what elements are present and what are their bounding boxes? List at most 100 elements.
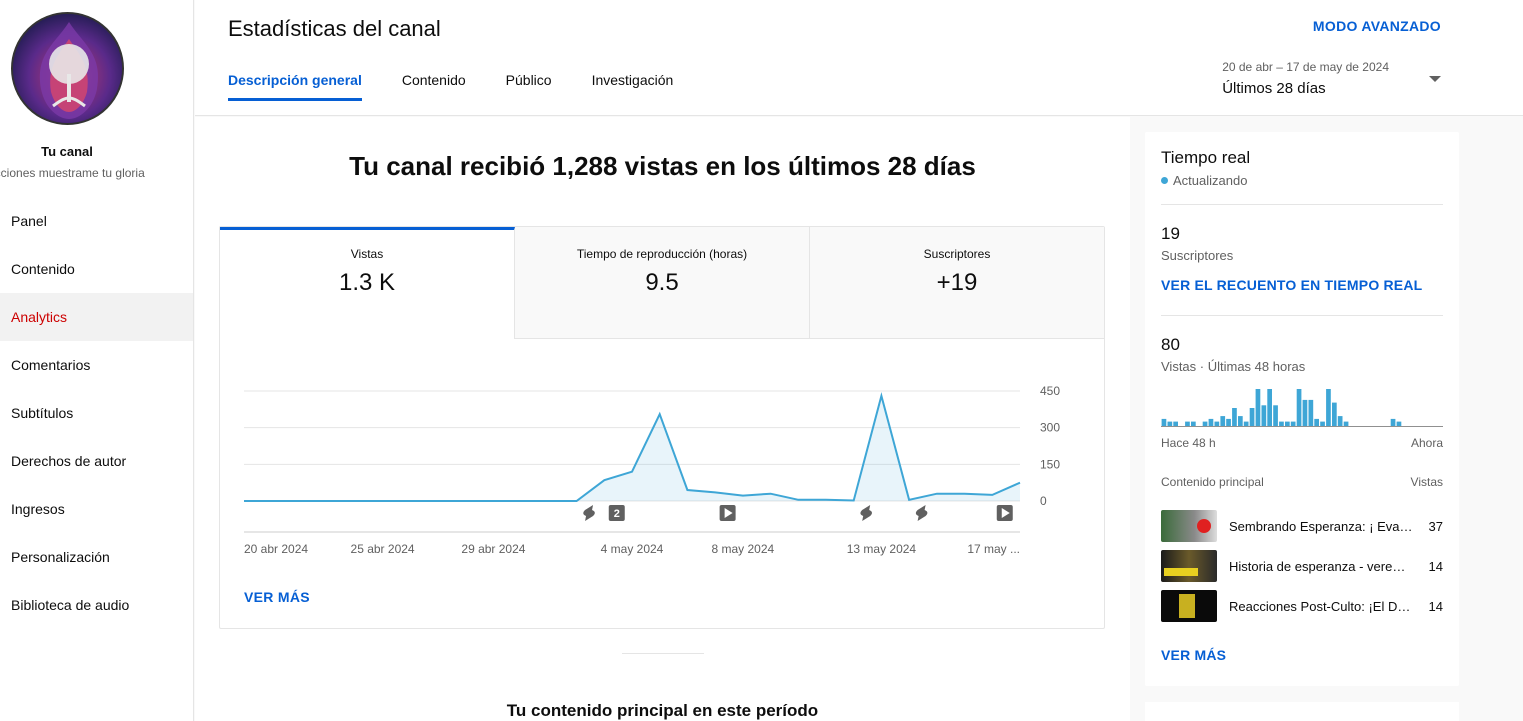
sidebar-item-analytics[interactable]: Analytics xyxy=(0,293,193,341)
realtime-status-text: Actualizando xyxy=(1173,173,1248,188)
y-tick-label: 450 xyxy=(1040,384,1060,398)
divider xyxy=(1161,204,1443,205)
realtime-bar[interactable] xyxy=(1302,399,1308,427)
realtime-status: Actualizando xyxy=(1161,173,1247,188)
x-tick-label: 4 may 2024 xyxy=(601,542,664,556)
sidebar-item-copyright[interactable]: Derechos de autor xyxy=(0,437,193,485)
dropdown-caret-icon[interactable] xyxy=(1429,76,1441,82)
channel-avatar[interactable] xyxy=(11,12,124,125)
sidebar-item-audio-library[interactable]: Biblioteca de audio xyxy=(0,581,193,629)
tab-overview[interactable]: Descripción general xyxy=(228,72,362,101)
realtime-bar[interactable] xyxy=(1332,402,1337,427)
count-marker-label: 2 xyxy=(614,508,620,520)
y-tick-label: 150 xyxy=(1040,457,1060,471)
see-more-button[interactable]: VER MÁS xyxy=(244,589,310,605)
channel-subtitle: ucciones muestrame tu gloria xyxy=(0,166,145,180)
views-headline: Tu canal recibió 1,288 vistas en los últ… xyxy=(349,151,976,181)
video-marker-icon[interactable] xyxy=(996,505,1013,521)
top-content-views: 14 xyxy=(1428,558,1443,574)
realtime-bar[interactable] xyxy=(1337,416,1343,427)
analytics-app: Tu canal ucciones muestrame tu gloria Pa… xyxy=(0,0,1523,721)
divider xyxy=(1161,315,1443,316)
tab-content[interactable]: Contenido xyxy=(402,72,466,101)
realtime-bar[interactable] xyxy=(1161,418,1167,427)
channel-name: Tu canal xyxy=(41,144,93,159)
live-dot-icon xyxy=(1161,177,1168,184)
x-tick-label: 20 abr 2024 xyxy=(244,542,308,556)
sidebar-item-comments[interactable]: Comentarios xyxy=(0,341,193,389)
video-thumbnail xyxy=(1161,590,1217,622)
realtime-bar[interactable] xyxy=(1296,389,1302,427)
tree-flame-logo-icon xyxy=(13,14,122,123)
realtime-views-chart xyxy=(1161,389,1443,427)
page-title: Estadísticas del canal xyxy=(228,16,441,41)
metric-tab-subscribers[interactable]: Suscriptores +19 xyxy=(810,227,1104,339)
top-content-views: 14 xyxy=(1428,598,1443,614)
sidebar-item-panel[interactable]: Panel xyxy=(0,197,193,245)
realtime-axis-start: Hace 48 h xyxy=(1161,436,1216,450)
realtime-bar[interactable] xyxy=(1314,418,1319,427)
section-divider xyxy=(622,653,704,654)
realtime-bar[interactable] xyxy=(1226,418,1231,427)
metric-tabs: Vistas 1.3 K Tiempo de reproducción (hor… xyxy=(220,227,1104,339)
y-tick-label: 0 xyxy=(1040,494,1047,508)
sidebar-item-subtitles[interactable]: Subtítulos xyxy=(0,389,193,437)
realtime-bar[interactable] xyxy=(1390,418,1396,427)
x-tick-label: 25 abr 2024 xyxy=(351,542,415,556)
top-content-item[interactable]: Sembrando Esperanza: ¡ Evangelizando con… xyxy=(1161,510,1443,542)
shorts-marker-icon[interactable] xyxy=(583,505,595,521)
advanced-mode-button[interactable]: MODO AVANZADO xyxy=(1313,18,1441,34)
date-range-picker[interactable]: 20 de abr – 17 de may de 2024 Últimos 28… xyxy=(1222,60,1389,97)
sidebar-item-customization[interactable]: Personalización xyxy=(0,533,193,581)
views-chart: 0 150 300 450 2 20 abr 2024 25 abr 2024 29 abr … xyxy=(244,384,1060,556)
realtime-subscribers-value: 19 xyxy=(1161,224,1180,243)
x-tick-label: 29 abr 2024 xyxy=(461,542,525,556)
shorts-marker-icon[interactable] xyxy=(915,505,928,521)
metric-value: 9.5 xyxy=(645,269,679,296)
metric-tab-watch-time[interactable]: Tiempo de reproducción (horas) 9.5 xyxy=(515,227,810,339)
metric-label: Suscriptores xyxy=(923,247,991,261)
realtime-title: Tiempo real xyxy=(1161,148,1251,167)
realtime-see-more-button[interactable]: VER MÁS xyxy=(1161,647,1226,663)
realtime-bar[interactable] xyxy=(1261,405,1267,427)
tab-research[interactable]: Investigación xyxy=(592,72,674,101)
metrics-card: Vistas 1.3 K Tiempo de reproducción (hor… xyxy=(219,226,1105,629)
realtime-bar[interactable] xyxy=(1249,408,1255,427)
count-marker-icon[interactable]: 2 xyxy=(608,505,625,521)
top-content-header: Contenido principal xyxy=(1161,475,1264,489)
realtime-bar[interactable] xyxy=(1238,416,1243,427)
top-content-views: 37 xyxy=(1428,518,1443,534)
x-tick-label: 13 may 2024 xyxy=(847,542,917,556)
realtime-views-value: 80 xyxy=(1161,335,1180,354)
x-tick-label: 8 may 2024 xyxy=(711,542,774,556)
next-card xyxy=(1145,702,1459,721)
realtime-count-link[interactable]: VER EL RECUENTO EN TIEMPO REAL xyxy=(1161,277,1422,293)
views-area xyxy=(244,395,1020,501)
main-content: Tu canal recibió 1,288 vistas en los últ… xyxy=(195,117,1130,721)
metric-tab-views[interactable]: Vistas 1.3 K xyxy=(220,227,515,339)
sidebar-item-content[interactable]: Contenido xyxy=(0,245,193,293)
y-tick-label: 300 xyxy=(1040,421,1060,435)
realtime-bar[interactable] xyxy=(1255,389,1261,427)
realtime-subscribers-label: Suscriptores xyxy=(1161,248,1234,263)
realtime-bar[interactable] xyxy=(1326,389,1331,427)
sidebar-item-earn[interactable]: Ingresos xyxy=(0,485,193,533)
realtime-bar[interactable] xyxy=(1308,399,1314,427)
sidebar: Tu canal ucciones muestrame tu gloria Pa… xyxy=(0,0,194,721)
realtime-bar[interactable] xyxy=(1267,389,1272,427)
realtime-bar[interactable] xyxy=(1220,416,1226,427)
realtime-bar[interactable] xyxy=(1208,418,1214,427)
top-content-item[interactable]: Historia de esperanza - veremos la glori… xyxy=(1161,550,1443,582)
realtime-card: Tiempo real Actualizando 19 Suscriptores… xyxy=(1145,132,1459,686)
realtime-bar[interactable] xyxy=(1232,408,1237,427)
top-views-header: Vistas xyxy=(1410,475,1443,489)
top-content-item[interactable]: Reacciones Post-Culto: ¡El Dios que nos … xyxy=(1161,590,1443,622)
analytics-header: Estadísticas del canal MODO AVANZADO Des… xyxy=(195,0,1523,116)
top-content-section-title: Tu contenido principal en este período xyxy=(506,701,819,720)
video-marker-icon[interactable] xyxy=(719,505,736,521)
realtime-bar[interactable] xyxy=(1273,405,1278,427)
tab-audience[interactable]: Público xyxy=(506,72,552,101)
shorts-marker-icon[interactable] xyxy=(860,505,872,521)
analytics-tabs: Descripción general Contenido Público In… xyxy=(228,72,713,101)
top-content-title: Sembrando Esperanza: ¡ Evangelizando con… xyxy=(1229,518,1413,534)
